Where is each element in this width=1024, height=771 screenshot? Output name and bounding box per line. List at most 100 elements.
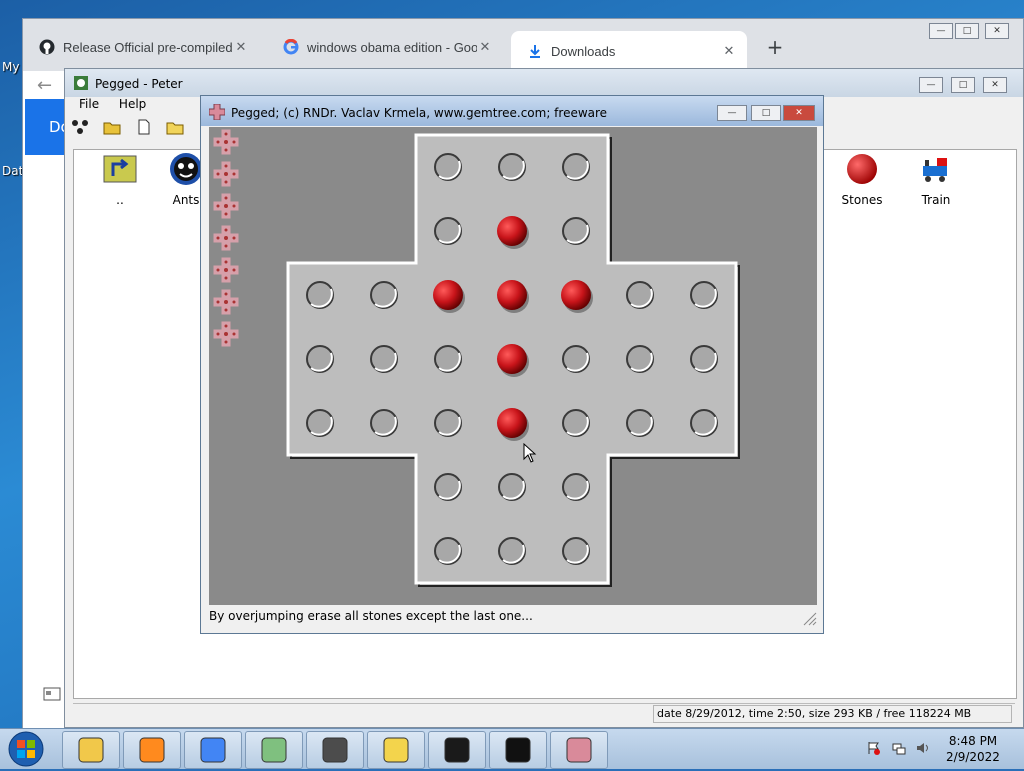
maximize-icon[interactable]: □ [751,105,781,121]
taskbar-button[interactable] [184,731,242,769]
menu-help[interactable]: Help [119,97,146,111]
menu-file[interactable]: File [79,97,99,111]
chrome-icon [200,737,226,763]
open-folder-icon[interactable] [103,119,121,135]
back-arrow-icon[interactable]: ← [37,75,52,96]
board-hole[interactable] [626,409,654,437]
explorer-icon [78,737,104,763]
board-hole[interactable] [562,409,590,437]
board-hole[interactable] [306,281,334,309]
item-label: .. [116,193,124,207]
taskbar-button[interactable] [428,731,486,769]
taskbar-button[interactable] [489,731,547,769]
tab-google[interactable]: windows obama edition - Google ✕ [267,31,493,63]
board-hole[interactable] [626,345,654,373]
start-button[interactable] [2,730,50,768]
desktop-label-dat: Dat [2,164,24,178]
maximize-icon[interactable]: □ [955,23,979,39]
taskbar-button[interactable] [306,731,364,769]
close-icon[interactable]: ✕ [721,43,737,59]
peg-board[interactable] [209,127,817,605]
close-icon[interactable]: ✕ [233,39,249,55]
list-item-train[interactable]: Train [906,152,966,207]
board-hole[interactable] [498,153,526,181]
page-banner: Do [25,99,69,155]
network-icon[interactable] [892,741,906,755]
menu-bar: File Help [71,97,154,117]
red-ball-icon [847,154,877,184]
title-bar: Pegged - Peter — □ ✕ [65,69,1023,97]
board-hole[interactable] [434,153,462,181]
media-player-icon [139,737,165,763]
volume-icon[interactable] [916,741,930,755]
window-title: Pegged - Peter [95,77,183,91]
close-icon[interactable]: ✕ [783,105,815,121]
maximize-icon[interactable]: □ [951,77,975,93]
google-icon [283,39,299,55]
board-hole[interactable] [626,281,654,309]
board-hole[interactable] [562,473,590,501]
tab-label: Release Official pre-compiled ins [63,39,233,55]
view-toggle-icon[interactable] [43,687,61,701]
status-text: date 8/29/2012, time 2:50, size 293 KB /… [653,705,1012,723]
taskbar-button[interactable] [367,731,425,769]
board-hole[interactable] [498,473,526,501]
taskbar-button[interactable] [62,731,120,769]
ants-icon [170,153,202,185]
folder-icon[interactable] [166,119,184,135]
board-hole[interactable] [306,345,334,373]
board-hole[interactable] [370,409,398,437]
board-hole[interactable] [562,537,590,565]
x-icon [383,737,409,763]
board-hole[interactable] [370,281,398,309]
item-label: Train [921,193,951,207]
taskbar-button[interactable] [245,731,303,769]
board-hole[interactable] [562,153,590,181]
pegged-window: Pegged; (c) RNDr. Vaclav Krmela, www.gem… [200,95,824,634]
tree-icon[interactable] [71,119,89,135]
close-icon[interactable]: ✕ [477,39,493,55]
close-icon[interactable]: ✕ [983,77,1007,93]
board-hole[interactable] [690,409,718,437]
board-hole[interactable] [434,217,462,245]
list-item-stones[interactable]: Stones [832,152,892,207]
board-hole[interactable] [434,537,462,565]
resize-grip-icon[interactable] [803,612,817,626]
system-clock[interactable]: 8:48 PM 2/9/2022 [940,733,1006,765]
peter-icon [74,76,88,90]
taskbar-button[interactable] [550,731,608,769]
action-center-icon[interactable] [866,741,880,755]
taskbar-button[interactable] [123,731,181,769]
desktop-label-my: My [2,60,20,74]
board-hole[interactable] [498,537,526,565]
board-hole[interactable] [562,217,590,245]
minimize-icon[interactable]: — [919,77,943,93]
board-hole[interactable] [690,281,718,309]
minimize-icon[interactable]: — [717,105,747,121]
item-label: Stones [841,193,883,207]
tab-label: windows obama edition - Google [307,39,477,55]
board-hole[interactable] [562,345,590,373]
board-hole[interactable] [690,345,718,373]
alien-icon [322,737,348,763]
tab-strip: Release Official pre-compiled ins ✕ wind… [23,19,1023,71]
board-hole[interactable] [434,345,462,373]
close-icon[interactable]: ✕ [985,23,1009,39]
minimize-icon[interactable]: — [929,23,953,39]
clock-date: 2/9/2022 [946,750,1000,764]
peter-toolbar [71,119,194,141]
new-file-icon[interactable] [135,119,153,135]
board-hole[interactable] [434,473,462,501]
title-bar: Pegged; (c) RNDr. Vaclav Krmela, www.gem… [201,96,823,126]
github-icon [39,39,55,55]
board-hole[interactable] [434,409,462,437]
train-icon [923,158,947,182]
oscilloscope-icon [444,737,470,763]
board-hole[interactable] [306,409,334,437]
tab-github[interactable]: Release Official pre-compiled ins ✕ [23,31,249,63]
board-hole[interactable] [370,345,398,373]
list-item-up[interactable]: .. [90,152,150,207]
tab-label: Downloads [551,43,616,59]
tab-downloads[interactable]: Downloads ✕ [511,31,747,71]
new-tab-icon[interactable]: + [763,35,787,59]
